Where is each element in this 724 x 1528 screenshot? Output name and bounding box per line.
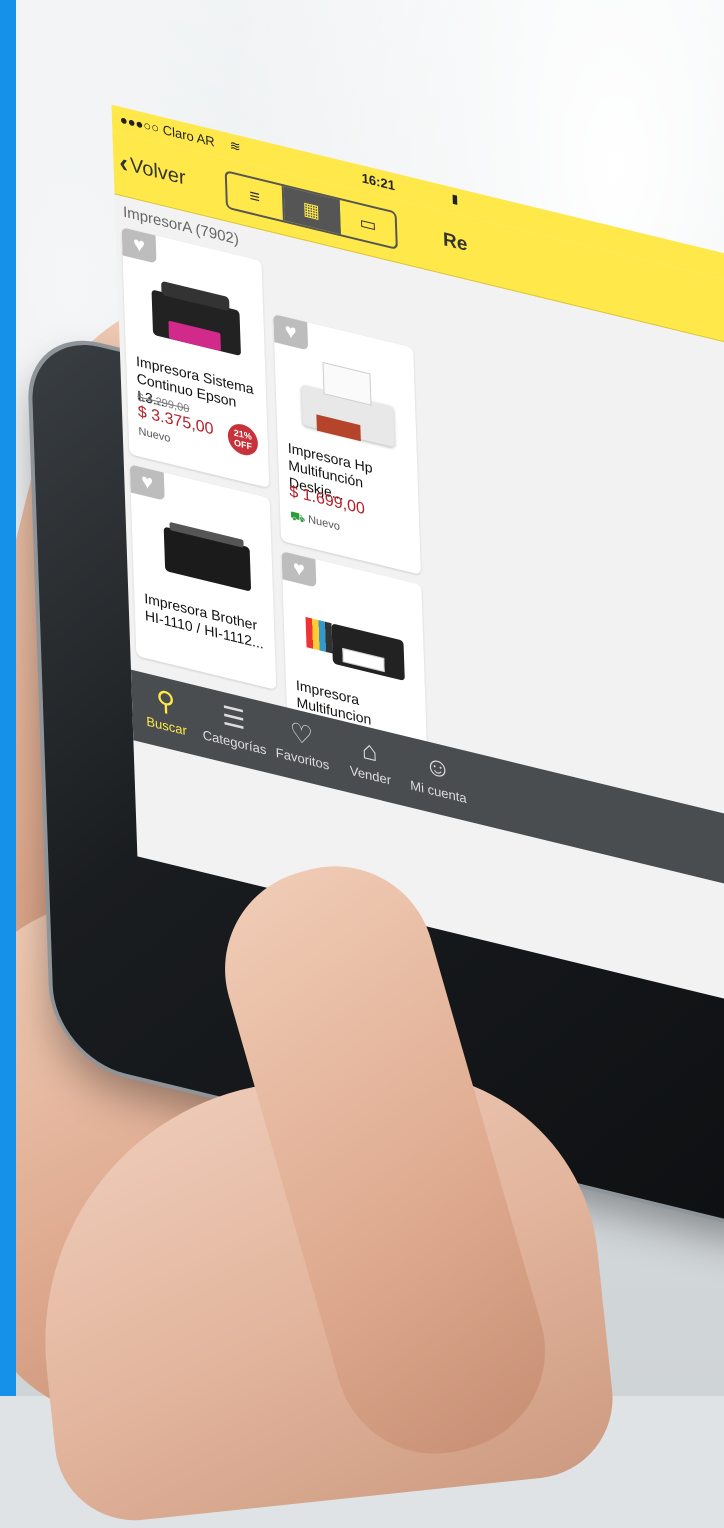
clock: 16:21 <box>361 170 396 194</box>
favorite-heart-icon[interactable]: ♥ <box>129 464 165 501</box>
list-view-icon[interactable]: ≡ <box>226 172 285 221</box>
tab-categorias[interactable]: ☰ Categorías <box>199 686 269 773</box>
bottom-tab-bar: ⚲ Buscar ☰ Categorías ♡ Favoritos ⌂ Vend… <box>130 669 724 896</box>
grid-view-icon[interactable]: ▦ <box>283 186 342 235</box>
printer-image <box>141 262 252 369</box>
left-accent-strip <box>0 0 16 1396</box>
printer-image <box>292 349 403 456</box>
wifi-icon: ≋ <box>229 137 241 155</box>
condition-label: Nuevo <box>138 425 171 446</box>
product-card[interactable]: ♥ Impresora Sistema Continuo Epson L3...… <box>121 227 270 489</box>
gallery-view-icon[interactable]: ▭ <box>340 200 396 248</box>
refine-button[interactable]: Re <box>443 229 468 257</box>
free-shipping-truck-icon: ⛟ <box>289 508 306 526</box>
battery-icon: ▮ <box>451 190 459 207</box>
tab-mi-cuenta[interactable]: ☺ Mi cuenta <box>403 736 473 823</box>
printer-image <box>300 586 411 693</box>
favorite-heart-icon[interactable]: ♥ <box>281 551 317 588</box>
back-label: Volver <box>129 154 186 190</box>
tab-buscar[interactable]: ⚲ Buscar <box>131 670 201 757</box>
favorite-heart-icon[interactable]: ♥ <box>273 313 309 351</box>
condition-label: Nuevo <box>307 513 341 534</box>
product-card[interactable]: ♥ Impresora Brother HI-1110 / HI-1112... <box>129 464 277 690</box>
chevron-left-icon: ‹ <box>118 146 129 179</box>
favorite-heart-icon[interactable]: ♥ <box>121 227 157 264</box>
back-button[interactable]: ‹Volver <box>119 146 186 193</box>
product-card[interactable]: ♥ Impresora Hp Multifunción Deskje... $ … <box>273 313 421 575</box>
printer-image <box>149 499 260 606</box>
